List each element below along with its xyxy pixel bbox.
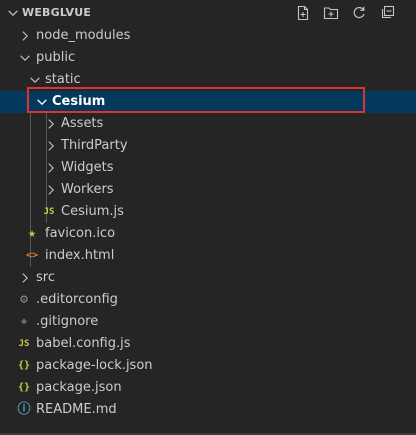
tree-item-label: .gitignore: [36, 314, 99, 329]
chevron-right-icon: [48, 119, 54, 129]
tree-item-readme[interactable]: ⓘ README.md: [0, 399, 416, 421]
tree-item-gitignore[interactable]: ◆ .gitignore: [0, 311, 416, 333]
tree-item-index-html[interactable]: <> index.html: [0, 245, 416, 267]
tree-item-label: node_modules: [36, 28, 131, 43]
gear-icon: ⚙: [20, 292, 28, 307]
chevron-right-icon: [48, 141, 54, 151]
tree-item-src[interactable]: src: [0, 267, 416, 289]
new-file-icon: [297, 5, 309, 21]
json-file-icon: {}: [17, 382, 31, 393]
javascript-file-icon: JS: [18, 339, 30, 349]
tree-item-editorconfig[interactable]: ⚙ .editorconfig: [0, 289, 416, 311]
tree-item-label: README.md: [36, 402, 117, 417]
tree-item-label: babel.config.js: [36, 336, 131, 351]
tree-item-public[interactable]: public: [0, 47, 416, 69]
annotation-highlight-box: [27, 87, 365, 113]
tree-item-label: favicon.ico: [45, 226, 116, 241]
json-file-icon: {}: [17, 360, 31, 371]
tree-item-label: src: [36, 270, 55, 285]
tree-item-label: package-lock.json: [36, 358, 153, 373]
tree-item-cesium-js[interactable]: JS Cesium.js: [0, 201, 416, 223]
tree-item-node-modules[interactable]: node_modules: [0, 25, 416, 47]
new-file-button[interactable]: [294, 4, 312, 22]
chevron-right-icon: [48, 163, 54, 173]
tree-item-assets[interactable]: Assets: [0, 113, 416, 135]
html-file-icon: <>: [25, 250, 39, 261]
tree-item-package-json[interactable]: {} package.json: [0, 377, 416, 399]
chevron-right-icon: [22, 273, 28, 283]
refresh-icon: [353, 6, 365, 19]
refresh-button[interactable]: [350, 4, 368, 22]
explorer-title: WEBGLVUE: [22, 6, 92, 19]
star-icon: ★: [28, 226, 36, 241]
tree-item-label: Workers: [61, 182, 114, 197]
chevron-down-icon: [30, 77, 40, 83]
chevron-down-icon[interactable]: [6, 6, 20, 20]
explorer-actions: [294, 4, 396, 22]
new-folder-button[interactable]: [322, 4, 340, 22]
new-folder-icon: [323, 7, 339, 20]
tree-item-thirdparty[interactable]: ThirdParty: [0, 135, 416, 157]
chevron-right-icon: [48, 185, 54, 195]
explorer-panel: WEBGLVUE node_modules public static Cesi…: [0, 0, 416, 435]
chevron-right-icon: [22, 31, 28, 41]
tree-item-babel-config[interactable]: JS babel.config.js: [0, 333, 416, 355]
tree-item-package-lock[interactable]: {} package-lock.json: [0, 355, 416, 377]
tree-item-favicon[interactable]: ★ favicon.ico: [0, 223, 416, 245]
tree-item-label: ThirdParty: [61, 138, 128, 153]
tree-item-label: public: [36, 50, 76, 65]
explorer-header[interactable]: WEBGLVUE: [0, 0, 416, 26]
tree-item-label: .editorconfig: [36, 292, 118, 307]
file-tree: node_modules public static Cesium Assets…: [0, 25, 416, 421]
tree-item-widgets[interactable]: Widgets: [0, 157, 416, 179]
info-icon: ⓘ: [17, 402, 31, 417]
collapse-all-button[interactable]: [378, 4, 396, 22]
tree-item-label: Assets: [61, 116, 104, 131]
tree-item-label: Widgets: [61, 160, 114, 175]
chevron-down-icon: [20, 55, 30, 61]
tree-item-label: index.html: [45, 248, 115, 263]
tree-item-label: package.json: [36, 380, 122, 395]
git-icon: ◆: [20, 316, 28, 327]
javascript-file-icon: JS: [43, 207, 55, 217]
tree-item-workers[interactable]: Workers: [0, 179, 416, 201]
tree-item-label: Cesium.js: [61, 204, 124, 219]
collapse-all-icon: [381, 5, 395, 19]
